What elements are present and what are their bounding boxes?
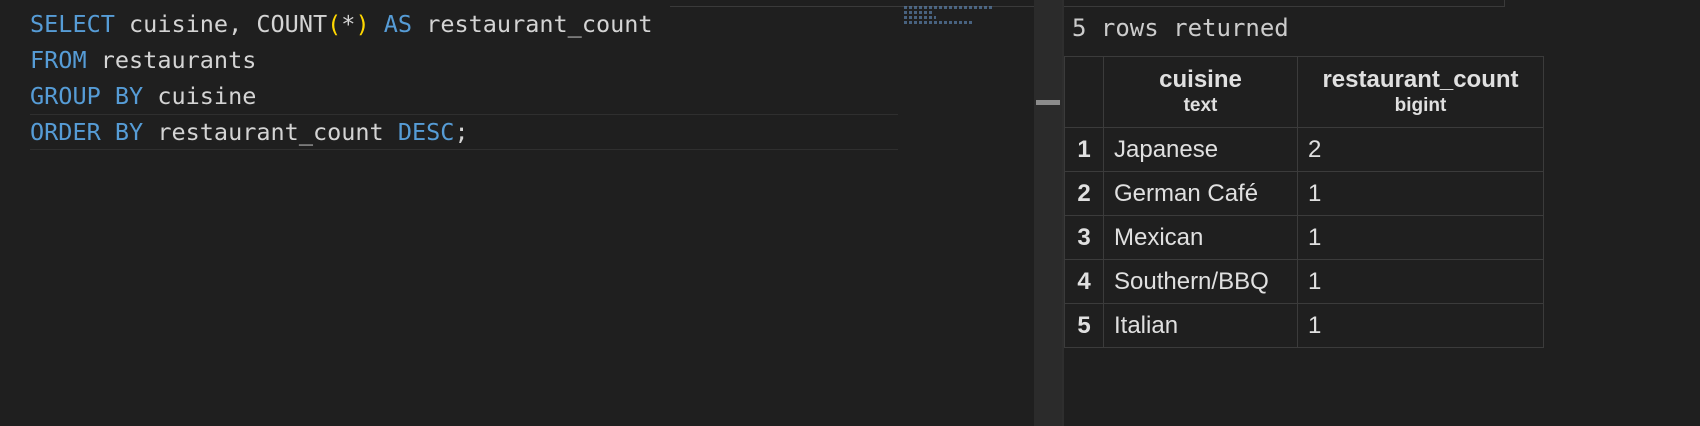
cell-cuisine[interactable]: Mexican — [1103, 215, 1298, 260]
code-token-kw: ORDER BY — [30, 118, 144, 146]
row-number: 1 — [1064, 127, 1104, 172]
cell-cuisine[interactable]: Southern/BBQ — [1103, 259, 1298, 304]
code-token-id: restaurant_count — [143, 118, 398, 146]
code-line[interactable]: ORDER BY restaurant_count DESC; — [30, 114, 898, 150]
column-header-restaurant-count[interactable]: restaurant_count bigint — [1297, 56, 1544, 128]
code-line[interactable]: GROUP BY cuisine — [30, 78, 898, 114]
code-token-id: restaurants — [86, 46, 257, 74]
minimap-line — [904, 21, 972, 24]
code-token-id: cuisine, — [114, 10, 257, 38]
row-number: 2 — [1064, 171, 1104, 216]
code-token-id — [370, 10, 384, 38]
code-token-id: cuisine — [143, 82, 257, 110]
minimap-line — [904, 16, 936, 19]
cell-cuisine[interactable]: Italian — [1103, 303, 1298, 348]
cell-restaurant-count[interactable]: 1 — [1297, 303, 1544, 348]
app-window: SELECT cuisine, COUNT(*) AS restaurant_c… — [0, 0, 1700, 426]
results-top-strip — [1064, 0, 1505, 7]
code-token-kw: FROM — [30, 46, 87, 74]
code-token-paren: ( — [327, 10, 342, 38]
table-row[interactable]: 1 Japanese 2 — [1064, 127, 1544, 172]
row-number: 4 — [1064, 259, 1104, 304]
editor-scrollbar[interactable] — [1034, 0, 1062, 426]
code-token-kw: GROUP BY — [30, 82, 144, 110]
code-line[interactable]: FROM restaurants — [30, 42, 898, 78]
code-token-id: restaurant_count — [412, 10, 653, 38]
cell-restaurant-count[interactable]: 1 — [1297, 171, 1544, 216]
cell-restaurant-count[interactable]: 2 — [1297, 127, 1544, 172]
row-count-text: 5 rows returned — [1072, 14, 1289, 42]
column-type: bigint — [1394, 95, 1447, 116]
code-line[interactable]: SELECT cuisine, COUNT(*) AS restaurant_c… — [30, 6, 898, 42]
header-row: cuisine text restaurant_count bigint — [1064, 56, 1544, 128]
table-row[interactable]: 3 Mexican 1 — [1064, 215, 1544, 260]
code-token-fn: COUNT — [256, 10, 328, 38]
cell-cuisine[interactable]: Japanese — [1103, 127, 1298, 172]
column-name: cuisine — [1159, 66, 1242, 93]
code-token-punc: * — [341, 10, 356, 38]
code-token-punc: ; — [454, 118, 469, 146]
code-token-kw: DESC — [397, 118, 455, 146]
cell-cuisine[interactable]: German Café — [1103, 171, 1298, 216]
code-token-kw: AS — [383, 10, 413, 38]
row-number: 3 — [1064, 215, 1104, 260]
row-number: 5 — [1064, 303, 1104, 348]
table-row[interactable]: 5 Italian 1 — [1064, 303, 1544, 348]
column-type: text — [1183, 95, 1218, 116]
column-header-cuisine[interactable]: cuisine text — [1103, 56, 1298, 128]
cell-restaurant-count[interactable]: 1 — [1297, 215, 1544, 260]
sql-editor[interactable]: SELECT cuisine, COUNT(*) AS restaurant_c… — [0, 0, 1034, 426]
results-table: cuisine text restaurant_count bigint 1 J… — [1064, 56, 1544, 348]
scrollbar-thumb[interactable] — [1036, 100, 1060, 105]
table-row[interactable]: 2 German Café 1 — [1064, 171, 1544, 216]
minimap-line — [904, 11, 934, 14]
code-token-kw: SELECT — [30, 10, 115, 38]
column-name: restaurant_count — [1322, 66, 1519, 93]
code-lines[interactable]: SELECT cuisine, COUNT(*) AS restaurant_c… — [30, 6, 898, 150]
results-pane: 5 rows returned cuisine text restaurant_… — [1064, 0, 1700, 426]
minimap[interactable] — [904, 6, 1024, 36]
table-row[interactable]: 4 Southern/BBQ 1 — [1064, 259, 1544, 304]
minimap-line — [904, 6, 994, 9]
cell-restaurant-count[interactable]: 1 — [1297, 259, 1544, 304]
row-number-header — [1064, 56, 1104, 128]
code-token-paren: ) — [355, 10, 370, 38]
